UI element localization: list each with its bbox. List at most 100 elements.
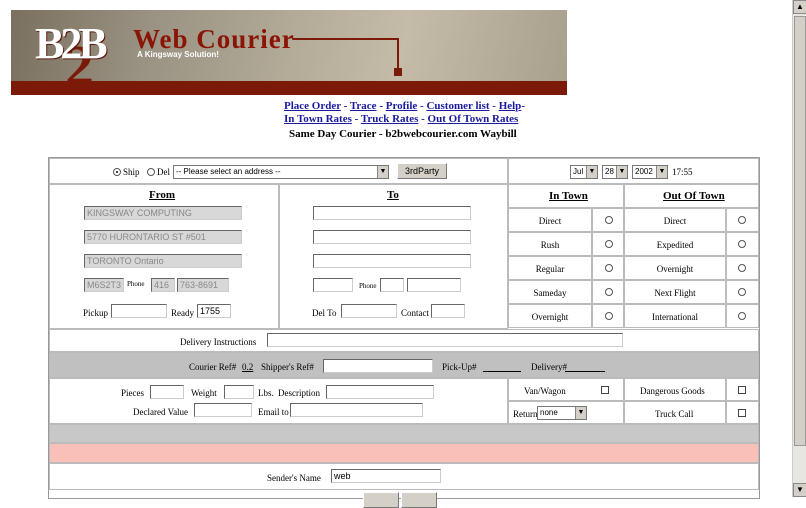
to-phone-field[interactable] [407,278,461,292]
nav-place-order[interactable]: Place Order [284,100,341,112]
ready-field[interactable]: 1755 [197,304,231,318]
from-area-code-field[interactable]: 416 [151,278,175,292]
third-party-button[interactable]: 3rdParty [397,163,447,179]
nav-out-of-town-rates[interactable]: Out Of Town Rates [428,113,519,125]
weight-field[interactable] [224,385,254,399]
out-of-town-option-label: Direct [663,216,687,226]
return-value: none [540,408,558,417]
in-town-radio[interactable] [605,240,613,248]
chevron-down-icon: ▼ [586,166,597,178]
from-city-field[interactable]: TORONTO Ontario [84,254,242,268]
nav-truck-rates[interactable]: Truck Rates [361,113,419,125]
chevron-down-icon: ▼ [616,166,627,178]
delivery-number-label: Delivery# [531,362,567,372]
del-to-label: Del To [312,308,337,318]
month-value: Jul [573,167,584,176]
in-town-option-label: Direct [538,216,562,226]
out-of-town-radio[interactable] [738,216,746,224]
scroll-up-icon[interactable]: ▲ [793,0,806,14]
truck-call-checkbox[interactable] [738,409,746,417]
to-city-field[interactable] [313,254,471,268]
from-company-field[interactable]: KINGSWAY COMPUTING [84,206,242,220]
nav-profile[interactable]: Profile [386,100,418,112]
pickup-field[interactable] [111,304,167,318]
van-wagon-checkbox[interactable] [601,386,609,394]
email-to-field[interactable] [290,403,423,417]
gray-bar [49,424,759,443]
from-street-field[interactable]: 5770 HURONTARIO ST #501 [84,230,242,244]
from-postal-field[interactable]: M6S2T3 [84,278,124,292]
details-panel [49,378,508,424]
sender-name-field[interactable]: web [331,469,441,483]
van-wagon-label: Van/Wagon [524,386,566,396]
banner-stripe [11,81,567,95]
courier-ref-label: Courier Ref# [189,362,237,372]
from-phone-field[interactable]: 763-8691 [177,278,229,292]
banner-square [394,68,402,76]
pieces-field[interactable] [150,385,184,399]
address-select[interactable]: -- Please select an address -- ▼ [173,165,389,179]
to-street-field[interactable] [313,230,471,244]
year-value: 2002 [635,167,653,176]
to-area-code-field[interactable] [380,278,404,292]
delivery-instructions-field[interactable] [267,333,623,347]
return-select[interactable]: none ▼ [537,406,587,420]
to-company-field[interactable] [313,206,471,220]
out-of-town-radio[interactable] [738,240,746,248]
from-header: From [149,189,176,201]
shipper-ref-field[interactable] [323,359,433,373]
day-select[interactable]: 28 ▼ [602,165,628,179]
nav-customer-list[interactable]: Customer list [426,100,489,112]
day-value: 28 [605,167,614,176]
out-of-town-header: Out Of Town [663,190,725,202]
in-town-radio[interactable] [605,312,613,320]
waybill-form: Ship Del -- Please select an address -- ▼… [48,157,760,508]
out-of-town-radio[interactable] [738,264,746,272]
scroll-down-icon[interactable]: ▼ [793,483,806,497]
ready-label: Ready [171,308,194,318]
nav-trace[interactable]: Trace [350,100,377,112]
scroll-thumb[interactable] [794,16,806,446]
reset-button[interactable] [401,492,437,508]
in-town-radio[interactable] [605,264,613,272]
to-header: To [387,189,399,201]
nav-row-1: Place Order - Trace - Profile - Customer… [284,100,525,112]
banner: 2 B2B Web Courier A Kingsway Solution! [11,10,567,95]
chevron-down-icon: ▼ [656,166,667,178]
year-select[interactable]: 2002 ▼ [632,165,668,179]
to-postal-field[interactable] [313,278,353,292]
in-town-option-label: Rush [540,240,560,250]
submit-button[interactable] [363,492,399,508]
declared-value-label: Declared Value [133,407,189,417]
ship-radio[interactable] [113,168,121,176]
dangerous-goods-label: Dangerous Goods [640,386,705,396]
month-select[interactable]: Jul ▼ [570,165,598,179]
weight-label: Weight [191,388,217,398]
in-town-option-label: Overnight [531,312,569,322]
pink-bar [49,443,759,463]
del-label: Del [157,167,170,177]
dangerous-goods-checkbox[interactable] [738,386,746,394]
lbs-label: Lbs. [258,388,274,398]
banner-subtitle: A Kingsway Solution! [137,50,219,59]
out-of-town-option-label: Next Flight [654,288,696,298]
contact-field[interactable] [431,304,465,318]
contact-label: Contact [401,308,429,318]
truck-call-label: Truck Call [655,409,694,419]
nav-in-town-rates[interactable]: In Town Rates [284,113,352,125]
in-town-option-label: Sameday [533,288,567,298]
description-field[interactable] [326,385,434,399]
out-of-town-radio[interactable] [738,288,746,296]
in-town-header: In Town [549,190,588,202]
email-to-label: Email to [258,407,289,417]
in-town-radio[interactable] [605,288,613,296]
nav-help[interactable]: Help [499,100,522,112]
sender-name-label: Sender's Name [267,473,321,483]
del-radio[interactable] [147,168,155,176]
in-town-radio[interactable] [605,216,613,224]
out-of-town-radio[interactable] [738,312,746,320]
del-to-field[interactable] [341,304,397,318]
time-display: 17:55 [672,167,693,177]
vertical-scrollbar[interactable]: ▲ ▼ [792,0,806,497]
declared-value-field[interactable] [194,403,252,417]
